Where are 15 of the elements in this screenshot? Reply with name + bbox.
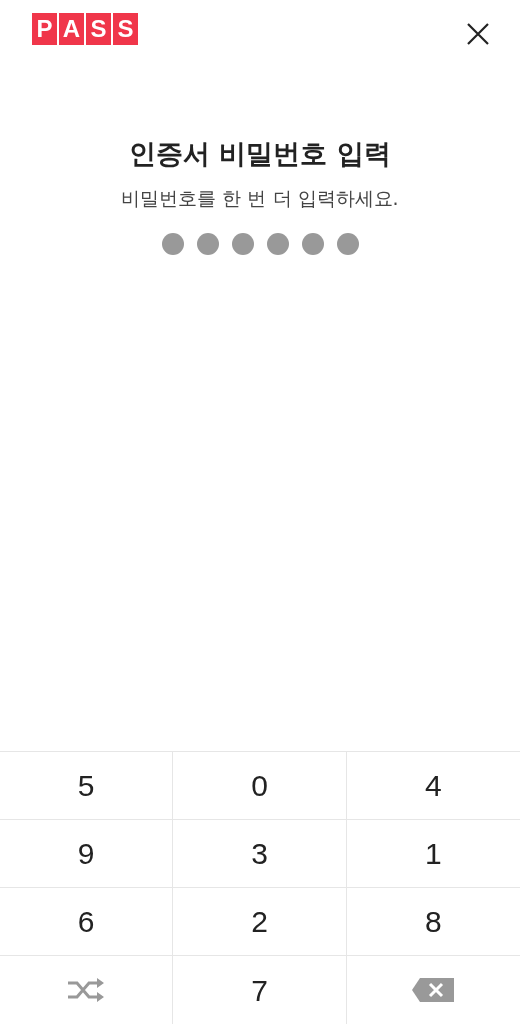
digit-key[interactable]: 5 xyxy=(0,752,174,820)
close-icon xyxy=(466,21,490,46)
instruction-text: 비밀번호를 한 번 더 입력하세요. xyxy=(120,186,400,211)
logo-letter: A xyxy=(59,13,84,45)
logo-letter: S xyxy=(86,13,111,45)
logo-letter: S xyxy=(113,13,138,45)
logo-letter: P xyxy=(32,13,57,45)
page-title: 인증서 비밀번호 입력 xyxy=(128,136,392,171)
digit-key[interactable]: 6 xyxy=(0,888,174,956)
backspace-icon xyxy=(412,978,455,1002)
digit-key[interactable]: 9 xyxy=(0,820,174,888)
digit-key[interactable]: 2 xyxy=(173,888,347,956)
shuffle-icon xyxy=(68,976,105,1004)
digit-key[interactable]: 3 xyxy=(173,820,347,888)
digit-key[interactable]: 0 xyxy=(173,752,347,820)
